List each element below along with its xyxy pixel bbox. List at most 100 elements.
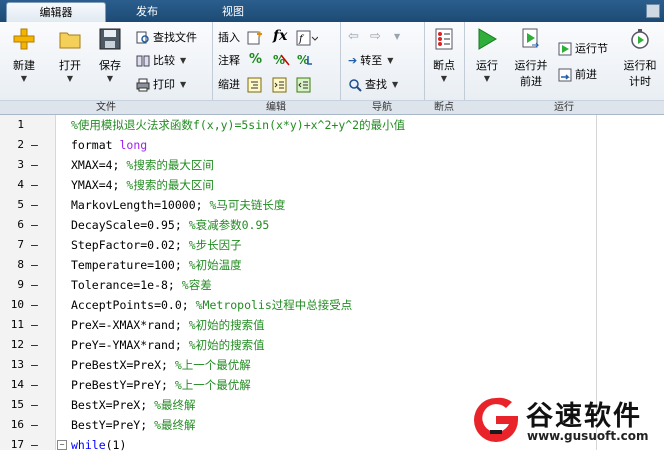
insert-button[interactable]: 插入 <box>218 29 240 47</box>
minimize-ribbon-icon[interactable] <box>646 4 660 18</box>
breakpoint-marker[interactable]: — <box>31 135 38 155</box>
insert-label: 插入 <box>218 31 240 44</box>
breakpoint-marker[interactable]: — <box>31 335 38 355</box>
code-text: Tolerance=1e-8; <box>71 278 182 292</box>
breakpoint-marker[interactable]: — <box>31 435 38 455</box>
code-text: BestY=PreY; %最终解 <box>71 415 196 435</box>
plus-icon <box>13 28 35 50</box>
uncomment-icon[interactable]: % <box>272 52 290 68</box>
code-line[interactable]: 12 — PreY=-YMAX*rand; %初始的搜索值 <box>0 335 664 355</box>
breakpoints-button[interactable]: 断点 ▼ <box>427 28 461 83</box>
indent-button[interactable]: 缩进 <box>218 76 240 94</box>
code-line[interactable]: 1 %使用模拟退火法求函数f(x,y)=5sin(x*y)+x^2+y^2的最小值 <box>0 115 664 135</box>
run-and-time-button[interactable]: 运行和 计时 <box>618 28 662 89</box>
breakpoint-marker[interactable]: — <box>31 415 38 435</box>
find-files-button[interactable]: 查找文件 <box>136 29 197 47</box>
forward-arrow-icon[interactable]: ⇨ <box>370 29 381 44</box>
tab-view[interactable]: 视图 <box>190 2 276 22</box>
chevron-down-icon[interactable]: ▼ <box>394 32 400 41</box>
code-text: YMAX=4; %搜索的最大区间 <box>71 175 214 195</box>
code-line[interactable]: 3 — XMAX=4; %搜索的最大区间 <box>0 155 664 175</box>
tab-publish[interactable]: 发布 <box>104 2 190 22</box>
code-line[interactable]: 13 — PreBestX=PreX; %上一个最优解 <box>0 355 664 375</box>
breakpoint-marker[interactable]: — <box>31 155 38 175</box>
breakpoint-marker[interactable]: — <box>31 255 38 275</box>
open-button[interactable]: 打开 ▼ <box>52 28 88 83</box>
new-label: 新建 <box>13 59 35 72</box>
chevron-down-icon[interactable]: ▼ <box>470 74 504 83</box>
group-run: 运行 ▼ 运行并 前进 运行节 前进 运行和 计时 运行 <box>464 22 664 114</box>
advance-button[interactable]: 前进 <box>558 66 597 84</box>
watermark: 谷速软件 www.gusuoft.com <box>466 392 664 450</box>
decrease-indent-icon[interactable] <box>296 77 312 93</box>
breakpoint-marker[interactable]: — <box>31 235 38 255</box>
code-line[interactable]: 2 — format long <box>0 135 664 155</box>
insert-function-icon[interactable]: f <box>296 30 318 46</box>
chevron-down-icon[interactable]: ▼ <box>92 74 128 83</box>
chevron-down-icon[interactable]: ▼ <box>180 52 186 70</box>
fx-icon[interactable]: fx <box>273 28 287 44</box>
breakpoint-marker[interactable]: — <box>31 315 38 335</box>
code-line[interactable]: 5 — MarkovLength=10000; %马可夫链长度 <box>0 195 664 215</box>
code-text: PreBestY=PreY; %上一个最优解 <box>71 375 251 395</box>
chevron-down-icon[interactable]: ▼ <box>180 76 186 94</box>
code-str: long <box>119 138 148 152</box>
chevron-down-icon[interactable]: ▼ <box>427 74 461 83</box>
breakpoint-marker[interactable]: — <box>31 375 38 395</box>
code-comment: %初始的搜索值 <box>188 338 265 352</box>
breakpoint-marker[interactable]: — <box>31 395 38 415</box>
run-section-button[interactable]: 运行节 <box>558 40 608 58</box>
tab-editor[interactable]: 编辑器 <box>6 2 106 23</box>
breakpoint-marker[interactable]: — <box>31 215 38 235</box>
run-and-advance-button[interactable]: 运行并 前进 <box>509 28 553 89</box>
group-edit-label: 编辑 <box>212 100 340 114</box>
code-line[interactable]: 6 — DecayScale=0.95; %衰减参数0.95 <box>0 215 664 235</box>
fold-toggle-icon[interactable]: − <box>57 440 67 450</box>
breakpoints-icon <box>435 28 453 50</box>
chevron-down-icon[interactable]: ▼ <box>387 52 393 70</box>
breakpoint-marker[interactable]: — <box>31 175 38 195</box>
percent-comment-icon[interactable]: % <box>249 52 262 67</box>
code-text: AcceptPoints=0.0; %Metropolis过程中总接受点 <box>71 295 352 315</box>
code-line[interactable]: 7 — StepFactor=0.02; %步长因子 <box>0 235 664 255</box>
ribbon-tab-bar: 编辑器 发布 视图 <box>0 0 664 23</box>
breakpoint-marker[interactable]: — <box>31 355 38 375</box>
breakpoint-marker[interactable]: — <box>31 275 38 295</box>
chevron-down-icon[interactable]: ▼ <box>6 74 42 83</box>
save-button[interactable]: 保存 ▼ <box>92 28 128 83</box>
print-button[interactable]: 打印 ▼ <box>136 76 186 94</box>
code-line[interactable]: 10 — AcceptPoints=0.0; %Metropolis过程中总接受点 <box>0 295 664 315</box>
group-file-label: 文件 <box>0 100 212 114</box>
find-button[interactable]: 查找 ▼ <box>348 76 398 94</box>
wrap-comments-icon[interactable]: % <box>296 52 314 68</box>
code-text: format <box>71 138 120 152</box>
run-and-advance-icon <box>522 28 540 48</box>
run-button[interactable]: 运行 ▼ <box>470 28 504 83</box>
code-comment: %最终解 <box>154 418 196 432</box>
find-files-label: 查找文件 <box>153 31 197 44</box>
code-comment: %衰减参数0.95 <box>188 218 270 232</box>
line-number: 3 <box>17 158 24 171</box>
group-file: 新建 ▼ 打开 ▼ 保存 ▼ 查找文件 比较 ▼ 打印 ▼ 文件 <box>0 22 213 114</box>
breakpoint-marker[interactable]: — <box>31 195 38 215</box>
back-arrow-icon[interactable]: ⇦ <box>348 29 359 44</box>
compare-button[interactable]: 比较 ▼ <box>136 52 186 70</box>
code-line[interactable]: 11 — PreX=-XMAX*rand; %初始的搜索值 <box>0 315 664 335</box>
breakpoint-marker[interactable]: — <box>31 295 38 315</box>
goto-button[interactable]: ➔ 转至 ▼ <box>348 52 393 70</box>
increase-indent-icon[interactable] <box>272 77 288 93</box>
svg-text:%: % <box>273 53 285 67</box>
code-line[interactable]: 4 — YMAX=4; %搜索的最大区间 <box>0 175 664 195</box>
code-comment: %上一个最优解 <box>174 358 251 372</box>
code-line[interactable]: 9 — Tolerance=1e-8; %容差 <box>0 275 664 295</box>
line-number: 9 <box>17 278 24 291</box>
code-comment: %搜索的最大区间 <box>126 178 214 192</box>
insert-section-icon[interactable] <box>247 30 263 46</box>
line-number: 17 <box>10 438 24 451</box>
comment-button[interactable]: 注释 <box>218 52 240 70</box>
new-button[interactable]: 新建 ▼ <box>6 28 42 83</box>
code-line[interactable]: 8 — Temperature=100; %初始温度 <box>0 255 664 275</box>
smart-indent-icon[interactable] <box>247 77 263 93</box>
chevron-down-icon[interactable]: ▼ <box>52 74 88 83</box>
chevron-down-icon[interactable]: ▼ <box>392 76 398 94</box>
